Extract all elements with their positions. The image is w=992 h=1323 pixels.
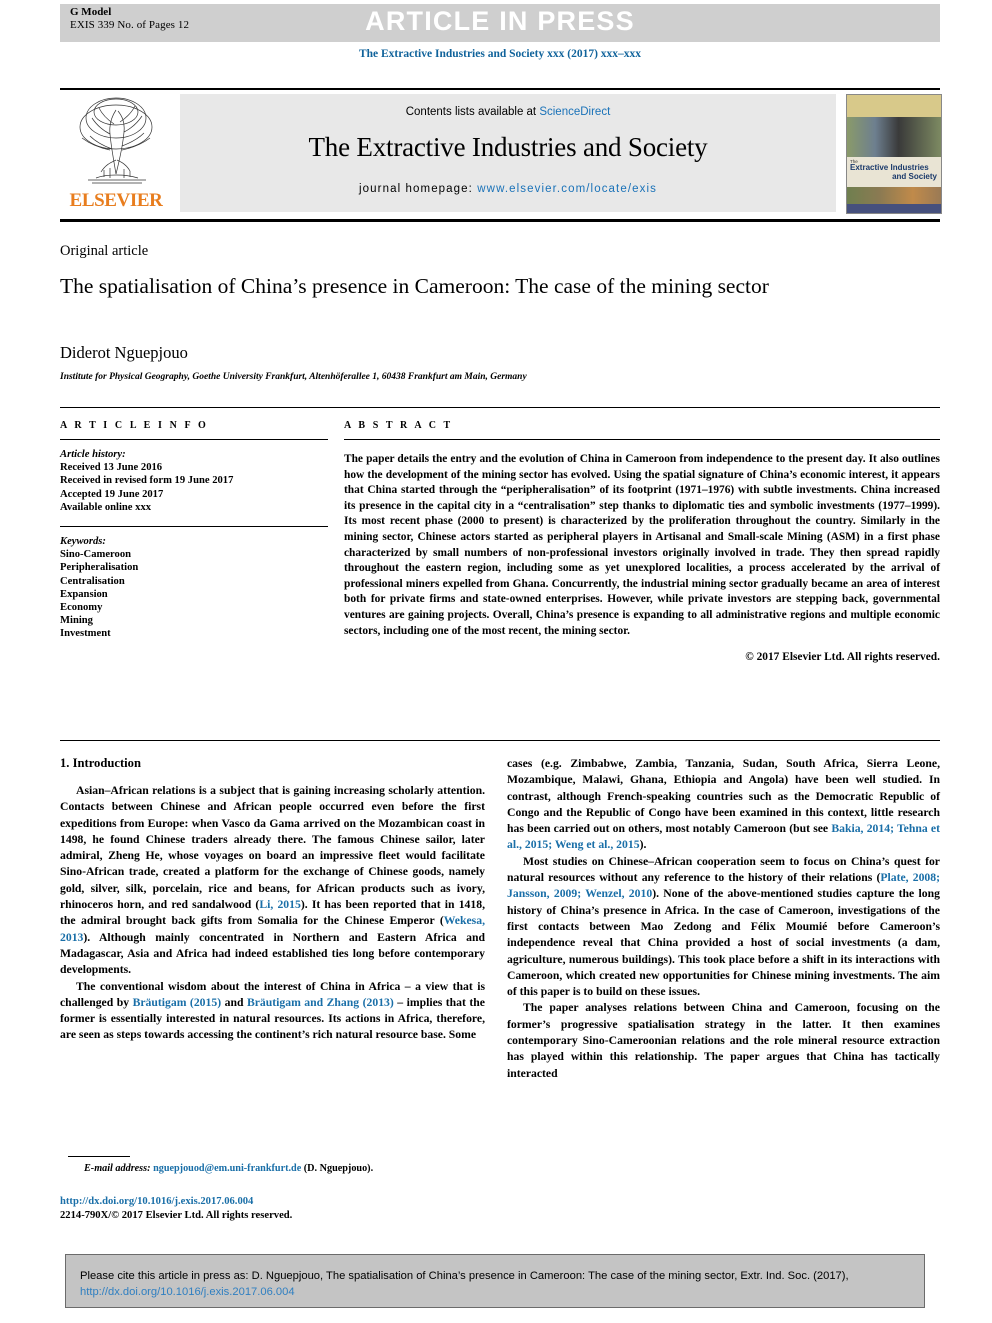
homepage-url-link[interactable]: www.elsevier.com/locate/exis <box>477 183 657 195</box>
g-model-label: G Model EXIS 339 No. of Pages 12 <box>70 6 189 31</box>
intro-paragraphs-left: Asian–African relations is a subject tha… <box>60 783 485 1044</box>
abstract-divider <box>344 439 940 440</box>
body-paragraph: The conventional wisdom about the intere… <box>60 979 485 1044</box>
keyword-item: Investment <box>60 628 111 640</box>
history-item: Received in revised form 19 June 2017 <box>60 475 234 487</box>
body-paragraph: Asian–African relations is a subject tha… <box>60 783 485 979</box>
contents-lists-line: Contents lists available at ScienceDirec… <box>180 106 836 118</box>
cover-photo-band-1 <box>847 117 941 157</box>
body-paragraph: Most studies on Chinese–African cooperat… <box>507 854 940 1001</box>
abstract-text: The paper details the entry and the evol… <box>344 453 940 637</box>
journal-reference-line: The Extractive Industries and Society xx… <box>358 48 642 60</box>
history-item: Available online xxx <box>60 501 152 513</box>
keywords-label: Keywords: <box>60 536 106 548</box>
masthead-rule-bottom <box>60 219 940 222</box>
footnote-email: E-mail address: nguepjouod@em.uni-frankf… <box>60 1163 490 1174</box>
paragraph-text: ). Although mainly concentrated in North… <box>60 930 485 977</box>
keyword-item: Economy <box>60 602 103 614</box>
masthead-rule-top <box>60 88 940 90</box>
email-address-label: E-mail address: <box>84 1163 151 1174</box>
author-name: Diderot Nguepjouo <box>60 343 188 362</box>
article-history-block: Article history: Received 13 June 2016 R… <box>60 448 328 514</box>
cite-this-article-text: Please cite this article in press as: D.… <box>66 1255 924 1300</box>
keyword-item: Expansion <box>60 588 108 600</box>
elsevier-logo: ELSEVIER <box>60 92 172 216</box>
cite-this-article-box: Please cite this article in press as: D.… <box>65 1254 925 1308</box>
page-title: The spatialisation of China’s presence i… <box>60 274 769 298</box>
body-column-right: cases (e.g. Zimbabwe, Zambia, Tanzania, … <box>507 756 940 1082</box>
doi-link[interactable]: http://dx.doi.org/10.1016/j.exis.2017.06… <box>60 1196 253 1207</box>
body-paragraph: The paper analyses relations between Chi… <box>507 1000 940 1081</box>
citation-link[interactable]: Li, 2015 <box>259 898 301 911</box>
contents-prefix: Contents lists available at <box>405 106 540 118</box>
cover-title-band: The Extractive Industries and Society <box>847 157 941 187</box>
paragraph-text: and <box>221 995 247 1009</box>
keywords-divider <box>60 526 328 528</box>
citation-link[interactable]: Bräutigam (2015) <box>133 996 222 1009</box>
email-author-suffix: (D. Nguepjouo). <box>301 1163 374 1174</box>
keyword-item: Mining <box>60 615 93 627</box>
history-item: Received 13 June 2016 <box>60 462 163 474</box>
elsevier-tree-icon <box>79 97 153 184</box>
article-info-divider <box>60 439 328 440</box>
abstract-bottom-rule <box>60 740 940 741</box>
cover-title-line3: and Society <box>892 171 937 181</box>
intro-paragraphs-right: cases (e.g. Zimbabwe, Zambia, Tanzania, … <box>507 756 940 1082</box>
g-model-line1: G Model <box>70 6 112 18</box>
paragraph-text: The paper analyses relations between Chi… <box>507 1001 940 1080</box>
abstract-heading: A B S T R A C T <box>344 420 453 431</box>
homepage-prefix: journal homepage: <box>359 183 478 195</box>
section-heading-introduction: 1. Introduction <box>60 756 141 770</box>
cite-prefix: Please cite this article in press as: D.… <box>80 1270 849 1282</box>
cover-photo-band-2 <box>847 187 941 205</box>
masthead-center-panel: Contents lists available at ScienceDirec… <box>180 94 836 212</box>
paragraph-text: Most studies on Chinese–African cooperat… <box>507 854 940 885</box>
keywords-block: Keywords: Sino-Cameroon Peripheralisatio… <box>60 535 328 641</box>
abstract-column: A B S T R A C T The paper details the en… <box>344 420 940 663</box>
body-column-left: 1. Introduction Asian–African relations … <box>60 756 485 1044</box>
article-history-label: Article history: <box>60 449 126 460</box>
journal-masthead: ELSEVIER Contents lists available at Sci… <box>60 92 942 216</box>
elsevier-wordmark: ELSEVIER <box>69 190 163 211</box>
footnote-rule <box>68 1156 130 1157</box>
keyword-item: Peripheralisation <box>60 562 139 574</box>
citation-link[interactable]: Bräutigam and Zhang (2013) <box>247 996 394 1009</box>
issn-copyright-line: 2214-790X/© 2017 Elsevier Ltd. All right… <box>60 1210 293 1221</box>
cite-doi-link[interactable]: http://dx.doi.org/10.1016/j.exis.2017.06… <box>80 1286 295 1298</box>
cover-top-band <box>847 95 941 117</box>
history-item: Accepted 19 June 2017 <box>60 488 164 500</box>
journal-cover-thumbnail: The Extractive Industries and Society <box>846 94 942 214</box>
abstract-copyright: © 2017 Elsevier Ltd. All rights reserved… <box>745 651 940 664</box>
paragraph-text: Asian–African relations is a subject tha… <box>60 784 485 912</box>
paragraph-text: ). None of the above-mentioned studies c… <box>507 887 940 999</box>
article-in-press-text: ARTICLE IN PRESS <box>365 6 635 36</box>
article-type-label: Original article <box>60 243 149 259</box>
g-model-line2: EXIS 339 No. of Pages 12 <box>70 18 190 31</box>
author-affiliation: Institute for Physical Geography, Goethe… <box>60 372 527 382</box>
paragraph-text: ). <box>639 838 647 852</box>
body-paragraph: cases (e.g. Zimbabwe, Zambia, Tanzania, … <box>507 756 940 854</box>
sciencedirect-link[interactable]: ScienceDirect <box>539 106 610 118</box>
article-info-heading: A R T I C L E I N F O <box>60 420 209 431</box>
email-link[interactable]: nguepjouod@em.uni-frankfurt.de <box>153 1163 301 1174</box>
journal-title: The Extractive Industries and Society <box>308 132 708 162</box>
article-info-column: A R T I C L E I N F O Article history: R… <box>60 420 328 641</box>
cover-footer-band <box>847 204 941 213</box>
keyword-item: Sino-Cameroon <box>60 549 132 561</box>
journal-homepage-line: journal homepage: www.elsevier.com/locat… <box>180 183 836 195</box>
info-section-rule <box>60 407 940 408</box>
keyword-item: Centralisation <box>60 575 125 587</box>
